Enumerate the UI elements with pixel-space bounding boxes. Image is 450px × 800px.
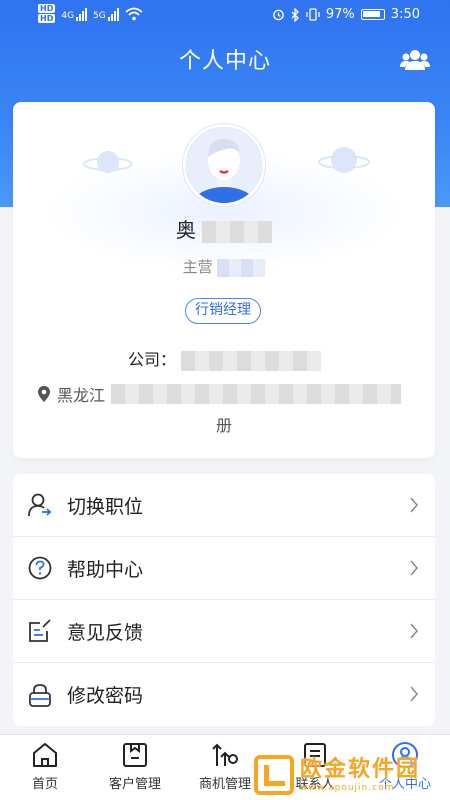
- watermark-logo-icon: [254, 755, 294, 795]
- status-left: HD HD 4G 5G: [38, 4, 143, 24]
- opportunity-icon: [212, 743, 238, 766]
- menu-item-switch-role[interactable]: 切换职位: [13, 474, 435, 537]
- menu-label: 意见反馈: [67, 621, 144, 644]
- tab-label: 客户管理: [108, 777, 161, 792]
- customer-icon: [123, 743, 147, 767]
- network-4g: 4G: [61, 7, 88, 21]
- status-right: 97% 3:50: [272, 7, 420, 22]
- chevron-right-icon: [410, 497, 418, 513]
- title-bar: 个人中心: [0, 40, 450, 84]
- network-4g-label: 4G: [61, 11, 75, 21]
- vibrate-icon: [306, 8, 320, 21]
- avatar-icon: [186, 127, 262, 203]
- status-bar: HD HD 4G 5G 97% 3:50: [0, 0, 450, 32]
- company-row: 公司：: [128, 346, 322, 371]
- user-name: 奥: [13, 214, 435, 243]
- profile-card: 奥 主营 行销经理 公司： 黑龙江 册: [13, 102, 435, 458]
- user-business-text: 主营: [182, 258, 213, 276]
- planet-left-icon: [83, 151, 133, 173]
- watermark-text: 欧金软件园: [300, 757, 421, 782]
- tab-label: 商机管理: [198, 777, 251, 792]
- address-tail: 册: [216, 416, 233, 435]
- lock-icon: [29, 683, 51, 707]
- feedback-icon: [29, 619, 51, 642]
- menu-label: 修改密码: [67, 685, 144, 707]
- redacted-name: [202, 220, 273, 243]
- address-row: 黑龙江: [37, 382, 402, 406]
- tab-customers[interactable]: 客户管理: [90, 735, 180, 800]
- planet-right-icon: [318, 147, 370, 173]
- menu-item-change-password[interactable]: 修改密码: [13, 663, 435, 726]
- menu-label: 切换职位: [67, 495, 144, 518]
- team-icon[interactable]: [400, 48, 430, 72]
- address-line-2: 册: [216, 412, 232, 436]
- watermark-url: www.apoujin.com: [300, 783, 395, 793]
- watermark-text-block: 欧金软件园 www.apoujin.com: [300, 757, 420, 793]
- menu-item-help[interactable]: 帮助中心: [13, 537, 435, 600]
- home-icon: [33, 743, 57, 767]
- company-label: 公司：: [128, 350, 177, 369]
- chevron-right-icon: [410, 623, 418, 639]
- alarm-icon: [273, 9, 284, 21]
- redacted-company: [181, 350, 322, 371]
- redacted-business: [217, 258, 266, 277]
- signal-icon: [107, 7, 119, 21]
- role-badge: 行销经理: [185, 298, 261, 324]
- watermark: 欧金软件园 www.apoujin.com: [254, 750, 446, 800]
- network-5g-label: 5G: [93, 11, 106, 21]
- settings-menu: 切换职位 帮助中心 意见反馈 修改密码: [13, 474, 435, 726]
- help-icon: [28, 556, 52, 580]
- user-name-text: 奥: [175, 218, 196, 242]
- chevron-right-icon: [410, 560, 418, 576]
- signal-icon: [76, 7, 88, 21]
- redacted-address: [111, 384, 402, 404]
- avatar[interactable]: [183, 124, 265, 206]
- location-pin-icon: [38, 386, 50, 402]
- battery-percent: 97%: [325, 7, 355, 22]
- hd-icon: HD HD: [38, 4, 56, 23]
- tab-label: 首页: [31, 777, 58, 792]
- address-prefix: 黑龙江: [57, 386, 106, 405]
- bluetooth-icon: [291, 7, 299, 22]
- battery-icon: [360, 9, 385, 20]
- clock: 3:50: [390, 7, 420, 22]
- page-title: 个人中心: [178, 49, 271, 74]
- user-business: 主营: [13, 256, 435, 277]
- chevron-right-icon: [410, 686, 418, 702]
- tab-home[interactable]: 首页: [0, 735, 90, 800]
- wifi-icon: [125, 7, 143, 21]
- network-5g: 5G: [93, 7, 119, 21]
- menu-item-feedback[interactable]: 意见反馈: [13, 600, 435, 663]
- switch-role-icon: [28, 493, 52, 517]
- menu-label: 帮助中心: [67, 558, 144, 581]
